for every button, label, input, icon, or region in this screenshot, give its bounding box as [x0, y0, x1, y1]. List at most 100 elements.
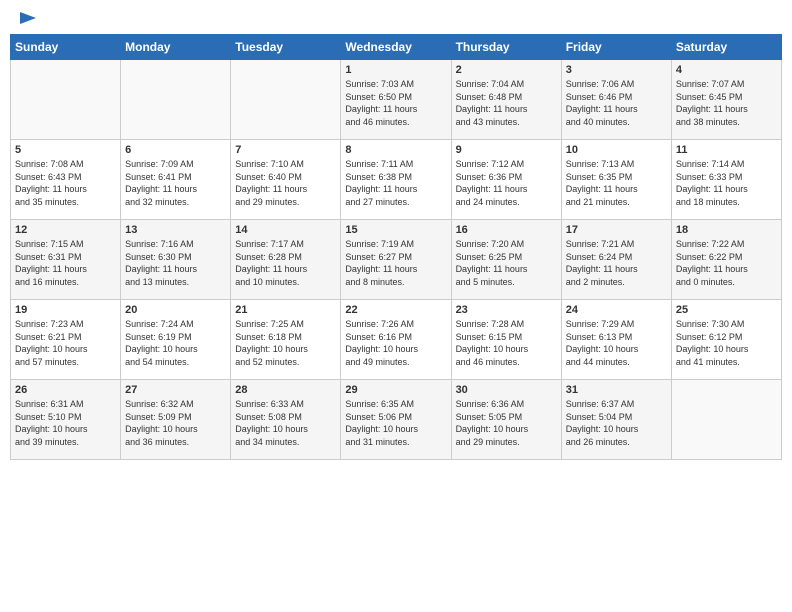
- calendar-cell: 18Sunrise: 7:22 AM Sunset: 6:22 PM Dayli…: [671, 220, 781, 300]
- day-number: 23: [456, 304, 557, 316]
- day-info: Sunrise: 7:25 AM Sunset: 6:18 PM Dayligh…: [235, 318, 336, 368]
- day-info: Sunrise: 7:29 AM Sunset: 6:13 PM Dayligh…: [566, 318, 667, 368]
- day-info: Sunrise: 7:08 AM Sunset: 6:43 PM Dayligh…: [15, 158, 116, 208]
- day-info: Sunrise: 7:07 AM Sunset: 6:45 PM Dayligh…: [676, 78, 777, 128]
- day-number: 19: [15, 304, 116, 316]
- day-info: Sunrise: 7:04 AM Sunset: 6:48 PM Dayligh…: [456, 78, 557, 128]
- day-number: 6: [125, 144, 226, 156]
- calendar-cell: [11, 60, 121, 140]
- day-number: 1: [345, 64, 446, 76]
- day-info: Sunrise: 7:09 AM Sunset: 6:41 PM Dayligh…: [125, 158, 226, 208]
- day-number: 24: [566, 304, 667, 316]
- weekday-header-thursday: Thursday: [451, 35, 561, 60]
- weekday-header-saturday: Saturday: [671, 35, 781, 60]
- day-info: Sunrise: 7:23 AM Sunset: 6:21 PM Dayligh…: [15, 318, 116, 368]
- day-number: 17: [566, 224, 667, 236]
- day-info: Sunrise: 7:16 AM Sunset: 6:30 PM Dayligh…: [125, 238, 226, 288]
- calendar-header: [10, 10, 782, 28]
- day-info: Sunrise: 6:31 AM Sunset: 5:10 PM Dayligh…: [15, 398, 116, 448]
- day-info: Sunrise: 7:13 AM Sunset: 6:35 PM Dayligh…: [566, 158, 667, 208]
- day-info: Sunrise: 6:37 AM Sunset: 5:04 PM Dayligh…: [566, 398, 667, 448]
- calendar-cell: [121, 60, 231, 140]
- calendar-cell: 3 Sunrise: 7:06 AM Sunset: 6:46 PM Daylig…: [561, 60, 671, 140]
- day-info: Sunrise: 7:20 AM Sunset: 6:25 PM Dayligh…: [456, 238, 557, 288]
- calendar-cell: 19 Sunrise: 7:23 AM Sunset: 6:21 PM Dayli…: [11, 300, 121, 380]
- calendar-cell: 9Sunrise: 7:12 AM Sunset: 6:36 PM Daylig…: [451, 140, 561, 220]
- day-info: Sunrise: 7:19 AM Sunset: 6:27 PM Dayligh…: [345, 238, 446, 288]
- day-number: 10: [566, 144, 667, 156]
- calendar-cell: 31Sunrise: 6:37 AM Sunset: 5:04 PM Dayli…: [561, 380, 671, 460]
- calendar-cell: 13 Sunrise: 7:16 AM Sunset: 6:30 PM Dayli…: [121, 220, 231, 300]
- day-info: Sunrise: 7:21 AM Sunset: 6:24 PM Dayligh…: [566, 238, 667, 288]
- weekday-header-monday: Monday: [121, 35, 231, 60]
- calendar-cell: 15Sunrise: 7:19 AM Sunset: 6:27 PM Dayli…: [341, 220, 451, 300]
- weekday-header-row: SundayMondayTuesdayWednesdayThursdayFrid…: [11, 35, 782, 60]
- calendar-week-row: 12 Sunrise: 7:15 AM Sunset: 6:31 PM Dayli…: [11, 220, 782, 300]
- day-info: Sunrise: 6:36 AM Sunset: 5:05 PM Dayligh…: [456, 398, 557, 448]
- calendar-cell: 1 Sunrise: 7:03 AM Sunset: 6:50 PM Daylig…: [341, 60, 451, 140]
- calendar-cell: 21Sunrise: 7:25 AM Sunset: 6:18 PM Dayli…: [231, 300, 341, 380]
- day-number: 27: [125, 384, 226, 396]
- day-number: 29: [345, 384, 446, 396]
- day-info: Sunrise: 6:32 AM Sunset: 5:09 PM Dayligh…: [125, 398, 226, 448]
- calendar-cell: 14 Sunrise: 7:17 AM Sunset: 6:28 PM Dayli…: [231, 220, 341, 300]
- day-number: 4: [676, 64, 777, 76]
- calendar-cell: 26 Sunrise: 6:31 AM Sunset: 5:10 PM Dayli…: [11, 380, 121, 460]
- calendar-cell: 29 Sunrise: 6:35 AM Sunset: 5:06 PM Dayli…: [341, 380, 451, 460]
- calendar-cell: 7 Sunrise: 7:10 AM Sunset: 6:40 PM Daylig…: [231, 140, 341, 220]
- day-info: Sunrise: 6:35 AM Sunset: 5:06 PM Dayligh…: [345, 398, 446, 448]
- calendar-cell: 23 Sunrise: 7:28 AM Sunset: 6:15 PM Dayli…: [451, 300, 561, 380]
- day-info: Sunrise: 6:33 AM Sunset: 5:08 PM Dayligh…: [235, 398, 336, 448]
- day-number: 2: [456, 64, 557, 76]
- calendar-cell: 17 Sunrise: 7:21 AM Sunset: 6:24 PM Dayli…: [561, 220, 671, 300]
- calendar-cell: 28 Sunrise: 6:33 AM Sunset: 5:08 PM Dayli…: [231, 380, 341, 460]
- calendar-cell: 4 Sunrise: 7:07 AM Sunset: 6:45 PM Daylig…: [671, 60, 781, 140]
- day-info: Sunrise: 7:17 AM Sunset: 6:28 PM Dayligh…: [235, 238, 336, 288]
- calendar-cell: 12 Sunrise: 7:15 AM Sunset: 6:31 PM Dayli…: [11, 220, 121, 300]
- calendar-cell: [671, 380, 781, 460]
- calendar-cell: 25Sunrise: 7:30 AM Sunset: 6:12 PM Dayli…: [671, 300, 781, 380]
- day-number: 7: [235, 144, 336, 156]
- day-number: 28: [235, 384, 336, 396]
- day-info: Sunrise: 7:06 AM Sunset: 6:46 PM Dayligh…: [566, 78, 667, 128]
- day-info: Sunrise: 7:12 AM Sunset: 6:36 PM Dayligh…: [456, 158, 557, 208]
- day-info: Sunrise: 7:26 AM Sunset: 6:16 PM Dayligh…: [345, 318, 446, 368]
- calendar-cell: 2 Sunrise: 7:04 AM Sunset: 6:48 PM Daylig…: [451, 60, 561, 140]
- weekday-header-sunday: Sunday: [11, 35, 121, 60]
- day-number: 22: [345, 304, 446, 316]
- calendar-cell: 24 Sunrise: 7:29 AM Sunset: 6:13 PM Dayli…: [561, 300, 671, 380]
- calendar-cell: 20Sunrise: 7:24 AM Sunset: 6:19 PM Dayli…: [121, 300, 231, 380]
- day-number: 3: [566, 64, 667, 76]
- day-number: 12: [15, 224, 116, 236]
- calendar-cell: 6 Sunrise: 7:09 AM Sunset: 6:41 PM Daylig…: [121, 140, 231, 220]
- day-number: 20: [125, 304, 226, 316]
- day-number: 18: [676, 224, 777, 236]
- calendar-cell: 5Sunrise: 7:08 AM Sunset: 6:43 PM Daylig…: [11, 140, 121, 220]
- weekday-header-tuesday: Tuesday: [231, 35, 341, 60]
- logo-flag-icon: [16, 10, 38, 32]
- calendar-cell: 8 Sunrise: 7:11 AM Sunset: 6:38 PM Daylig…: [341, 140, 451, 220]
- weekday-header-wednesday: Wednesday: [341, 35, 451, 60]
- weekday-header-friday: Friday: [561, 35, 671, 60]
- calendar-cell: 22 Sunrise: 7:26 AM Sunset: 6:16 PM Dayli…: [341, 300, 451, 380]
- day-info: Sunrise: 7:15 AM Sunset: 6:31 PM Dayligh…: [15, 238, 116, 288]
- calendar-week-row: 5Sunrise: 7:08 AM Sunset: 6:43 PM Daylig…: [11, 140, 782, 220]
- calendar-cell: 27 Sunrise: 6:32 AM Sunset: 5:09 PM Dayli…: [121, 380, 231, 460]
- calendar-cell: 30Sunrise: 6:36 AM Sunset: 5:05 PM Dayli…: [451, 380, 561, 460]
- calendar-cell: 16 Sunrise: 7:20 AM Sunset: 6:25 PM Dayli…: [451, 220, 561, 300]
- day-number: 14: [235, 224, 336, 236]
- day-info: Sunrise: 7:10 AM Sunset: 6:40 PM Dayligh…: [235, 158, 336, 208]
- day-info: Sunrise: 7:03 AM Sunset: 6:50 PM Dayligh…: [345, 78, 446, 128]
- calendar-cell: 10 Sunrise: 7:13 AM Sunset: 6:35 PM Dayli…: [561, 140, 671, 220]
- day-info: Sunrise: 7:28 AM Sunset: 6:15 PM Dayligh…: [456, 318, 557, 368]
- logo: [14, 10, 38, 28]
- day-number: 26: [15, 384, 116, 396]
- day-number: 11: [676, 144, 777, 156]
- day-info: Sunrise: 7:11 AM Sunset: 6:38 PM Dayligh…: [345, 158, 446, 208]
- day-number: 13: [125, 224, 226, 236]
- calendar-week-row: 26 Sunrise: 6:31 AM Sunset: 5:10 PM Dayli…: [11, 380, 782, 460]
- day-number: 8: [345, 144, 446, 156]
- day-info: Sunrise: 7:14 AM Sunset: 6:33 PM Dayligh…: [676, 158, 777, 208]
- calendar-week-row: 1 Sunrise: 7:03 AM Sunset: 6:50 PM Daylig…: [11, 60, 782, 140]
- day-number: 16: [456, 224, 557, 236]
